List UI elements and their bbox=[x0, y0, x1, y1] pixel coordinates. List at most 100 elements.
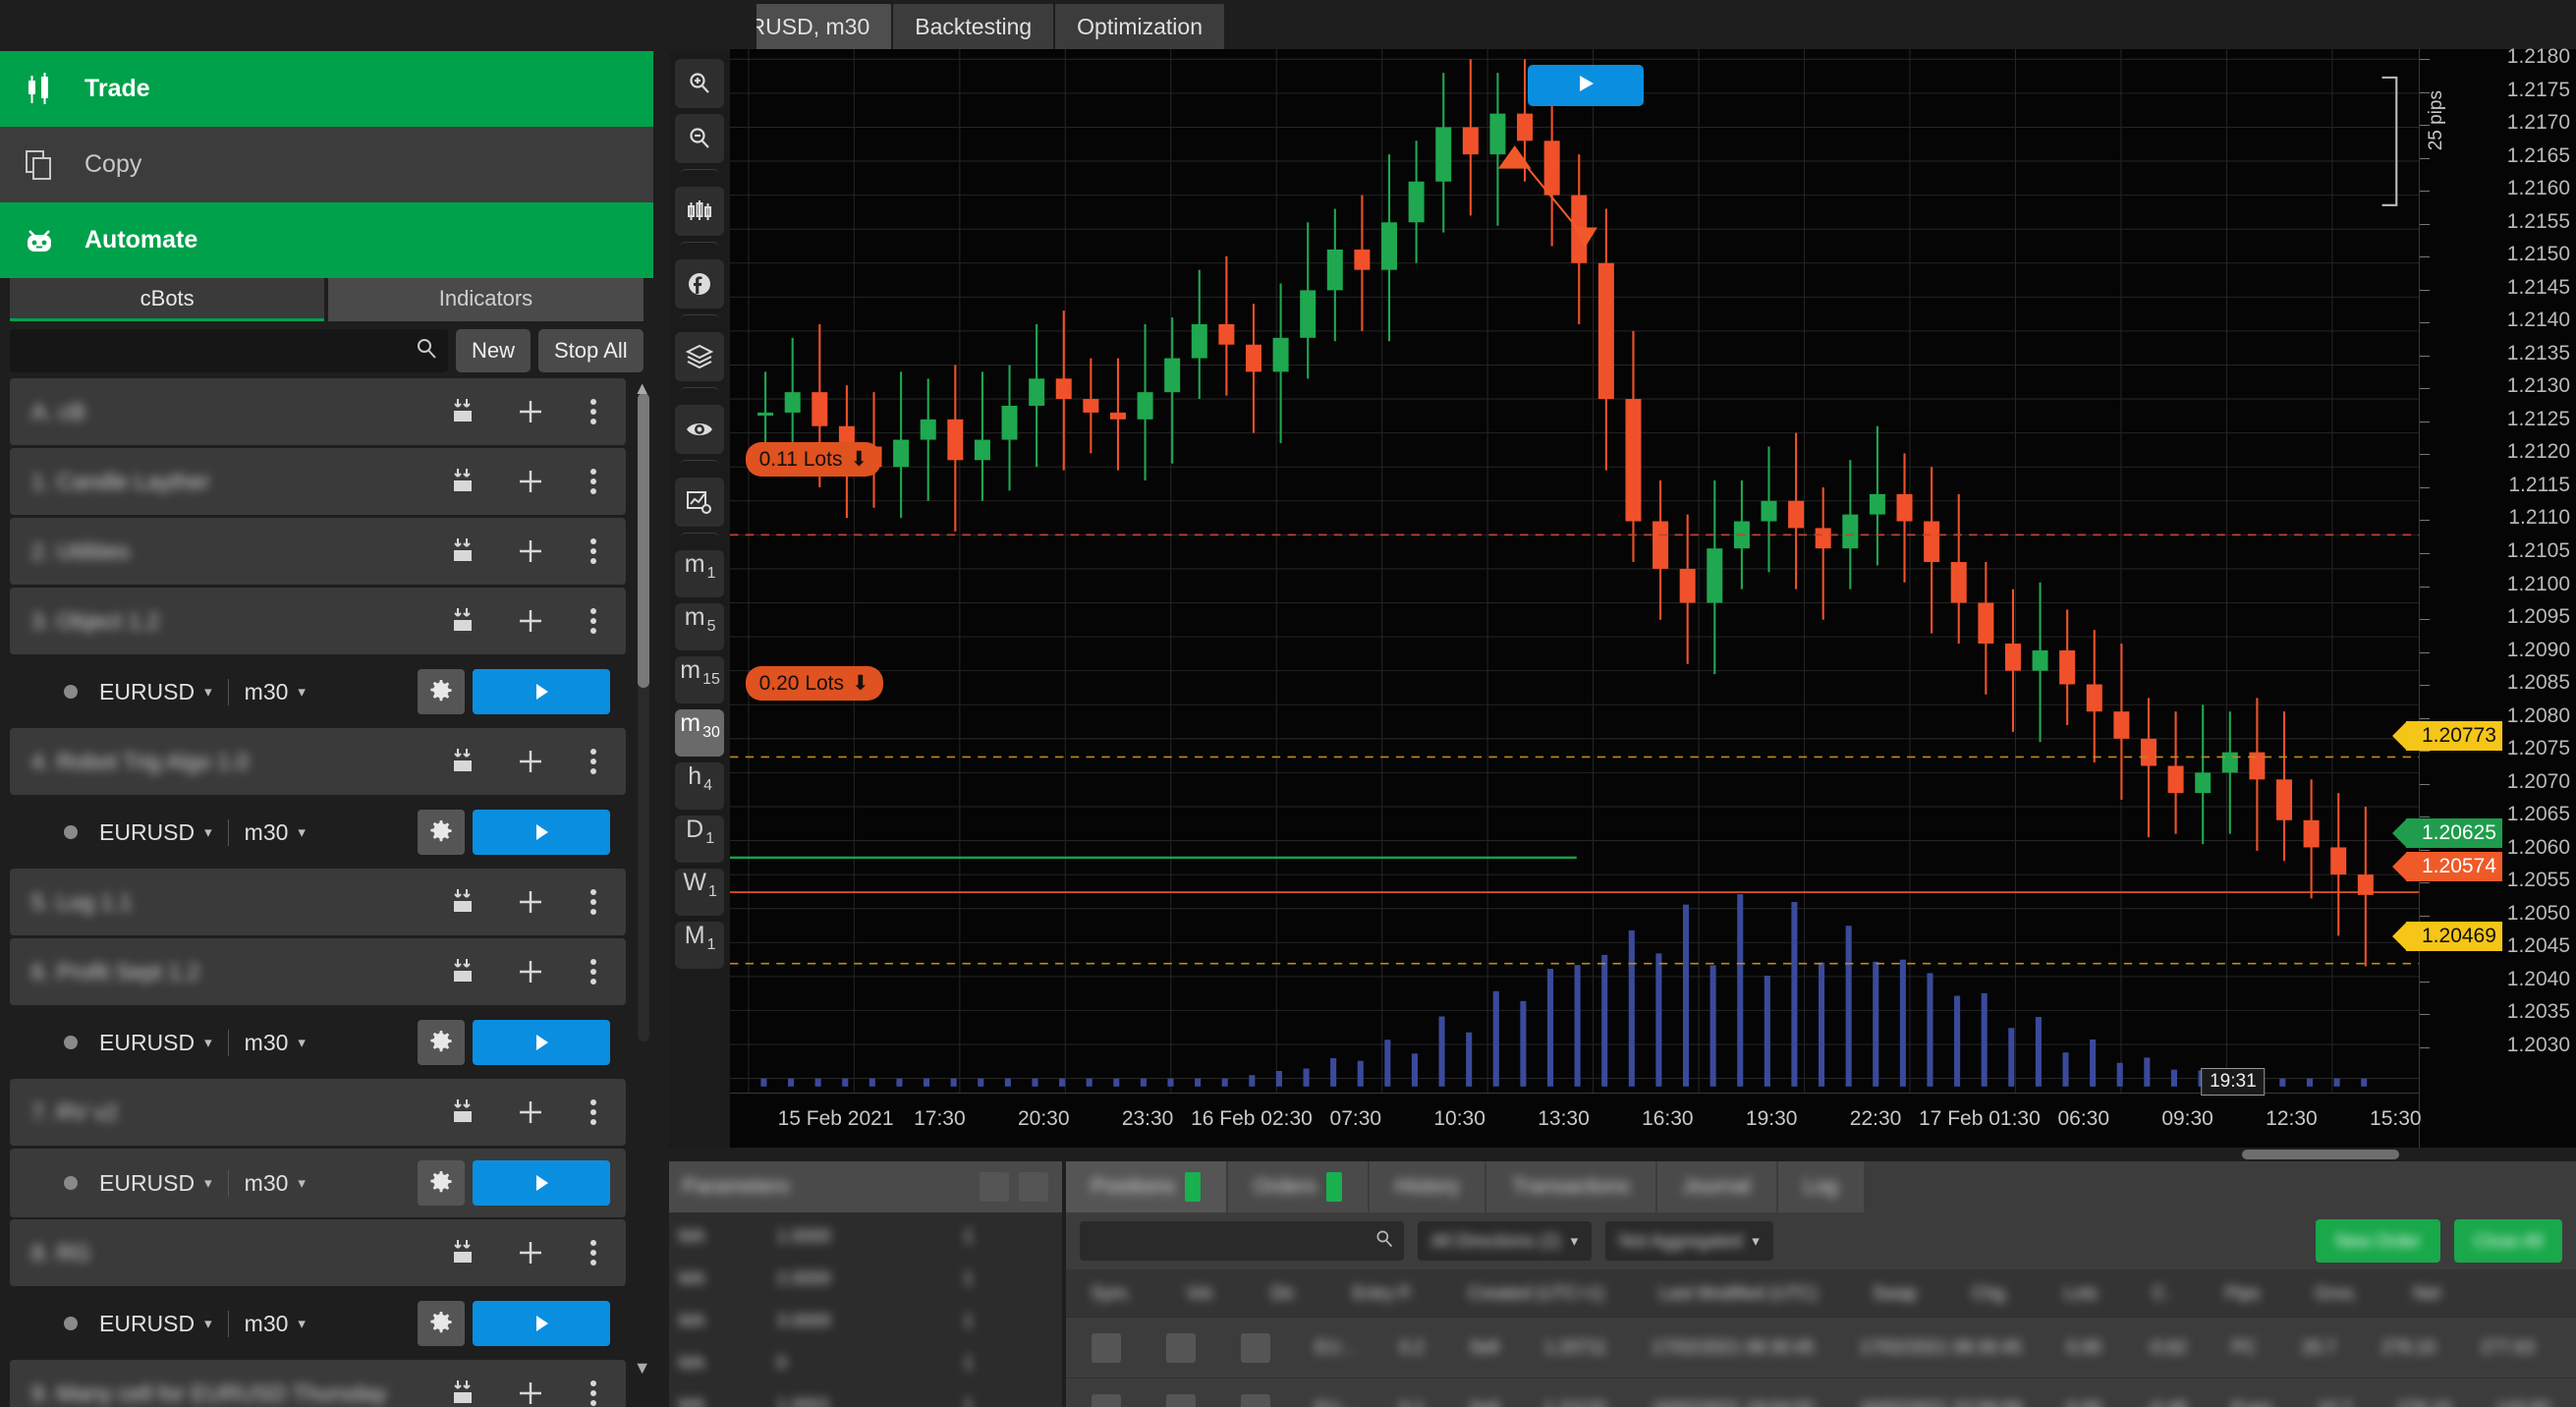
symbol-dropdown[interactable]: EURUSD ▾ bbox=[99, 819, 228, 846]
table-column-header[interactable]: Chg. bbox=[1972, 1283, 2009, 1304]
bottom-tab-history[interactable]: History bbox=[1370, 1161, 1485, 1212]
stop-all-button[interactable]: Stop All bbox=[538, 329, 644, 372]
layers-icon[interactable] bbox=[674, 332, 724, 381]
eye-icon[interactable] bbox=[674, 405, 724, 454]
instance-play-button[interactable] bbox=[472, 1301, 610, 1346]
zoom-in-icon[interactable] bbox=[674, 59, 724, 108]
sidebar-scrollbar-thumb[interactable] bbox=[637, 393, 649, 688]
parameter-row[interactable]: MA 1.0001 1 bbox=[679, 1395, 1052, 1407]
parameter-step[interactable]: 1 bbox=[964, 1311, 974, 1331]
backtest-icon[interactable] bbox=[451, 1377, 484, 1407]
backtest-icon[interactable] bbox=[451, 1096, 484, 1129]
table-column-header[interactable]: Gros. bbox=[2315, 1283, 2358, 1304]
cbot-row[interactable]: 6. Profit Sept 1.2 bbox=[10, 938, 626, 1005]
cbot-row[interactable]: 4. Robot Trig Algo 1.0 bbox=[10, 728, 626, 795]
cbot-row[interactable]: A. cB bbox=[10, 378, 626, 445]
new-cbot-button[interactable]: New bbox=[455, 329, 531, 372]
parameter-row[interactable]: MA 3.0000 1 bbox=[679, 1311, 1052, 1331]
more-vertical-icon[interactable] bbox=[577, 465, 610, 498]
symbol-dropdown[interactable]: EURUSD ▾ bbox=[99, 679, 228, 705]
timeframe-dropdown[interactable]: m30 ▾ bbox=[227, 1169, 321, 1197]
instance-play-button[interactable] bbox=[472, 669, 610, 714]
price-marker-green[interactable]: 1.20625 bbox=[2392, 818, 2502, 849]
symbol-dropdown[interactable]: EURUSD ▾ bbox=[99, 1170, 228, 1197]
backtest-icon[interactable] bbox=[451, 604, 484, 638]
plus-icon[interactable] bbox=[514, 1377, 547, 1407]
more-vertical-icon[interactable] bbox=[577, 745, 610, 778]
price-marker-yellow[interactable]: 1.20469 bbox=[2392, 921, 2502, 951]
parameter-value[interactable]: 1.0000 bbox=[777, 1226, 924, 1247]
bottom-tab-log[interactable]: Log bbox=[1777, 1161, 1864, 1212]
row-action-icon[interactable] bbox=[1091, 1393, 1121, 1407]
zoom-out-icon[interactable] bbox=[674, 114, 724, 163]
instance-settings-button[interactable] bbox=[417, 669, 465, 714]
plus-icon[interactable] bbox=[514, 395, 547, 428]
plus-icon[interactable] bbox=[514, 465, 547, 498]
row-action-icon[interactable] bbox=[1240, 1332, 1270, 1363]
timeframe-m5[interactable]: m5 bbox=[674, 603, 724, 650]
tab-backtesting[interactable]: Backtesting bbox=[893, 4, 1054, 49]
backtest-icon[interactable] bbox=[451, 465, 484, 498]
plus-icon[interactable] bbox=[514, 1096, 547, 1129]
scroll-down-arrow[interactable]: ▼ bbox=[634, 1358, 651, 1379]
timeframe-M1[interactable]: M1 bbox=[674, 922, 724, 969]
instance-play-button[interactable] bbox=[472, 1020, 610, 1065]
cbot-instance-row[interactable]: EURUSD ▾ m30 ▾ bbox=[10, 798, 626, 867]
timeframe-D1[interactable]: D1 bbox=[674, 816, 724, 863]
more-vertical-icon[interactable] bbox=[577, 1096, 610, 1129]
list-icon[interactable] bbox=[1018, 1172, 1048, 1202]
more-vertical-icon[interactable] bbox=[577, 395, 610, 428]
plus-icon[interactable] bbox=[514, 955, 547, 988]
cbot-instance-row[interactable]: EURUSD ▾ m30 ▾ bbox=[10, 1149, 626, 1217]
backtest-icon[interactable] bbox=[451, 885, 484, 919]
lot-badge-0[interactable]: 0.11 Lots ⬇ bbox=[745, 442, 882, 477]
bottom-tab-positions[interactable]: Positions bbox=[1065, 1161, 1226, 1212]
backtest-icon[interactable] bbox=[451, 535, 484, 568]
symbol-dropdown[interactable]: EURUSD ▾ bbox=[99, 1030, 228, 1056]
parameter-step[interactable]: 1 bbox=[964, 1353, 974, 1374]
more-vertical-icon[interactable] bbox=[577, 1377, 610, 1407]
instance-settings-button[interactable] bbox=[417, 1160, 465, 1206]
table-column-header[interactable]: Last Modified (UTC) bbox=[1659, 1283, 1818, 1304]
search-input-wrap[interactable] bbox=[10, 329, 448, 372]
backtest-icon[interactable] bbox=[451, 1236, 484, 1269]
cbot-row[interactable]: 1. Candle Layther bbox=[10, 448, 626, 515]
search-input[interactable] bbox=[20, 339, 415, 363]
chart-horizontal-scrollbar[interactable] bbox=[652, 1148, 2576, 1161]
more-vertical-icon[interactable] bbox=[577, 955, 610, 988]
row-action-icon[interactable] bbox=[1091, 1332, 1121, 1363]
backtest-icon[interactable] bbox=[451, 745, 484, 778]
fibonacci-icon[interactable] bbox=[674, 259, 724, 309]
parameter-value[interactable]: 3.0000 bbox=[777, 1311, 924, 1331]
timeframe-W1[interactable]: W1 bbox=[674, 869, 724, 916]
plus-icon[interactable] bbox=[514, 885, 547, 919]
parameter-value[interactable]: 1.0001 bbox=[777, 1395, 924, 1407]
parameter-step[interactable]: 1 bbox=[964, 1226, 974, 1247]
cbot-row[interactable]: 2. Utilities bbox=[10, 518, 626, 585]
more-vertical-icon[interactable] bbox=[577, 604, 610, 638]
plus-icon[interactable] bbox=[514, 604, 547, 638]
timeframe-dropdown[interactable]: m30 ▾ bbox=[227, 818, 321, 846]
cbot-row[interactable]: 9. Many cell for EURUSD Thursday bbox=[10, 1360, 626, 1407]
parameter-step[interactable]: 1 bbox=[964, 1268, 974, 1289]
scroll-up-arrow[interactable]: ▲ bbox=[634, 378, 651, 399]
table-column-header[interactable]: Pips bbox=[2225, 1283, 2260, 1304]
bottom-tab-journal[interactable]: Journal bbox=[1656, 1161, 1776, 1212]
new-order-button[interactable]: New Order bbox=[2315, 1219, 2440, 1263]
table-column-header[interactable]: Lots bbox=[2064, 1283, 2098, 1304]
parameter-row[interactable]: MA 1.0000 1 bbox=[679, 1226, 1052, 1247]
sidebar-nav-automate[interactable]: Automate bbox=[0, 202, 653, 278]
row-action-icon[interactable] bbox=[1165, 1393, 1196, 1407]
timeframe-m15[interactable]: m 15 bbox=[674, 656, 724, 704]
timeframe-h4[interactable]: h4 bbox=[674, 762, 724, 810]
grid-icon[interactable] bbox=[979, 1172, 1009, 1202]
plus-icon[interactable] bbox=[514, 1236, 547, 1269]
backtest-icon[interactable] bbox=[451, 395, 484, 428]
parameter-row[interactable]: MA 0 1 bbox=[679, 1353, 1052, 1374]
table-column-header[interactable]: Net bbox=[2413, 1283, 2440, 1304]
positions-search-input[interactable] bbox=[1079, 1221, 1404, 1261]
price-marker-orange[interactable]: 1.20574 bbox=[2392, 852, 2502, 882]
chart-scrollbar-thumb[interactable] bbox=[2242, 1150, 2399, 1159]
sidebar-scrollbar[interactable] bbox=[637, 393, 649, 1041]
aggregate-filter-dropdown[interactable]: Not Aggregated ▾ bbox=[1605, 1221, 1773, 1261]
